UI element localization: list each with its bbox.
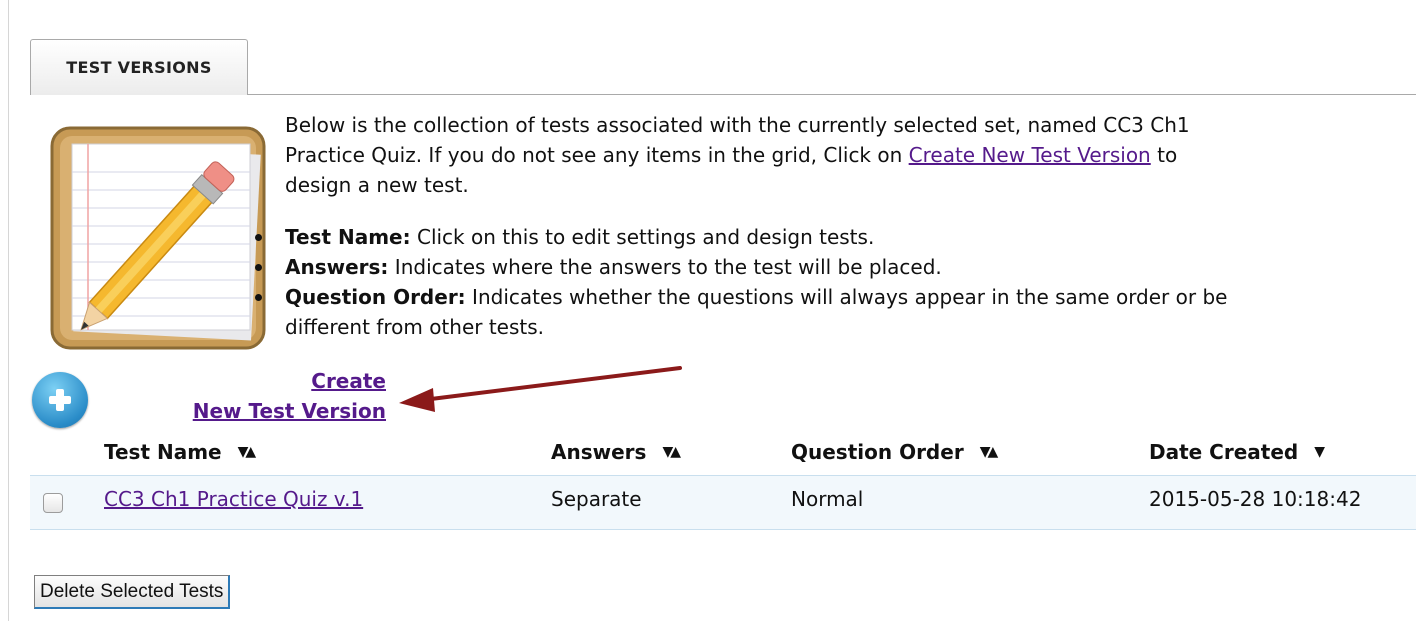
help-term: Answers:	[285, 255, 389, 279]
delete-selected-tests-button[interactable]: Delete Selected Tests	[34, 575, 231, 609]
column-label: Question Order	[791, 440, 964, 464]
sort-icon[interactable]: ▼▲	[980, 444, 998, 460]
column-label: Answers	[551, 440, 647, 464]
help-item-test-name: Test Name: Click on this to edit setting…	[255, 222, 1245, 252]
help-term: Test Name:	[285, 225, 411, 249]
answers-cell: Separate	[551, 487, 642, 511]
column-header-question-order[interactable]: Question Order ▼▲	[791, 440, 998, 464]
annotation-arrow-icon	[399, 366, 682, 412]
test-name-link[interactable]: CC3 Ch1 Practice Quiz v.1	[104, 487, 363, 511]
intro-section: Below is the collection of tests associa…	[255, 110, 1245, 342]
left-border	[8, 0, 9, 621]
question-order-cell: Normal	[791, 487, 864, 511]
table-row: CC3 Ch1 Practice Quiz v.1 Separate Norma…	[30, 475, 1416, 530]
sort-icon[interactable]: ▼	[1314, 444, 1325, 460]
tab-label: TEST VERSIONS	[66, 58, 212, 77]
create-link-line1: Create	[311, 369, 386, 393]
create-new-test-version-inline-link[interactable]: Create New Test Version	[909, 143, 1151, 167]
column-header-test-name[interactable]: Test Name ▼▲	[104, 440, 256, 464]
help-term: Question Order:	[285, 285, 466, 309]
sort-icon[interactable]: ▼▲	[238, 444, 256, 460]
notepad-pencil-icon	[50, 126, 266, 350]
help-description: Click on this to edit settings and desig…	[410, 225, 875, 249]
help-item-answers: Answers: Indicates where the answers to …	[255, 252, 1245, 282]
column-label: Test Name	[104, 440, 222, 464]
intro-paragraph: Below is the collection of tests associa…	[285, 110, 1245, 200]
table-header: Test Name ▼▲ Answers ▼▲ Question Order ▼…	[30, 432, 1416, 474]
field-help-list: Test Name: Click on this to edit setting…	[255, 222, 1245, 342]
tab-test-versions[interactable]: TEST VERSIONS	[30, 39, 248, 95]
tab-divider	[248, 94, 1416, 95]
create-link-line2: New Test Version	[192, 399, 386, 423]
help-description: Indicates where the answers to the test …	[388, 255, 942, 279]
row-checkbox[interactable]	[43, 493, 63, 513]
column-header-answers[interactable]: Answers ▼▲	[551, 440, 681, 464]
sort-icon[interactable]: ▼▲	[662, 444, 680, 460]
help-item-question-order: Question Order: Indicates whether the qu…	[255, 282, 1245, 342]
column-header-date-created[interactable]: Date Created ▼	[1149, 440, 1325, 464]
add-icon[interactable]	[32, 372, 88, 428]
create-new-test-version-link[interactable]: Create New Test Version	[150, 366, 386, 426]
column-label: Date Created	[1149, 440, 1299, 464]
date-created-cell: 2015-05-28 10:18:42	[1149, 487, 1362, 511]
